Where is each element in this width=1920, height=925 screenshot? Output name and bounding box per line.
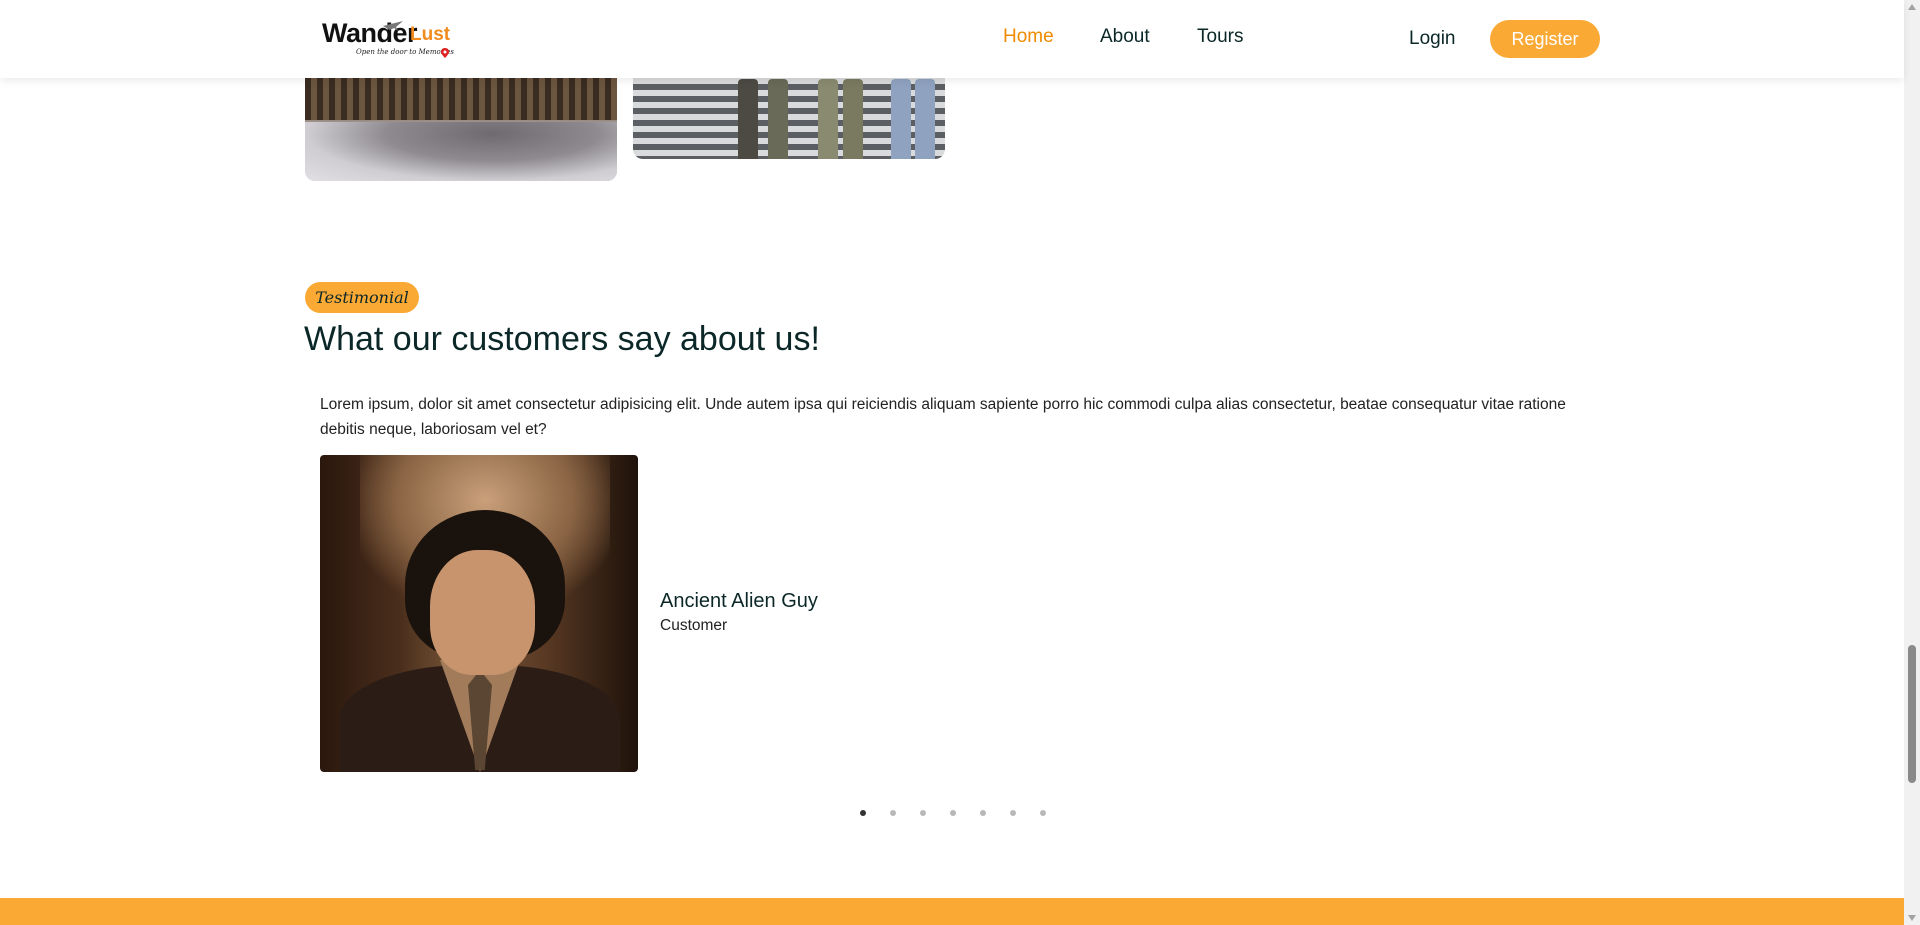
customer-photo: [320, 455, 638, 772]
section-badge: Testimonial: [305, 282, 419, 313]
nav-home[interactable]: Home: [1003, 26, 1054, 48]
scroll-up-arrow-icon[interactable]: [1908, 4, 1916, 10]
page-scrollbar[interactable]: [1904, 0, 1920, 925]
carousel-dot[interactable]: [920, 810, 926, 816]
image-road: [305, 122, 617, 181]
customer-name: Ancient Alien Guy: [660, 590, 818, 612]
carousel-dot[interactable]: [860, 810, 866, 816]
register-button[interactable]: Register: [1490, 20, 1600, 58]
image-figure: [738, 79, 758, 159]
customer-role: Customer: [660, 617, 728, 634]
logo-word-lust: Lust: [410, 24, 451, 45]
plane-icon: [383, 21, 403, 31]
carousel-dot[interactable]: [1010, 810, 1016, 816]
carousel-dot[interactable]: [1040, 810, 1046, 816]
carousel-dot[interactable]: [890, 810, 896, 816]
wanderlust-logo[interactable]: Wander Lust Open the door to Memories: [320, 18, 460, 62]
footer-bar: [0, 898, 1904, 925]
image-figure: [843, 79, 863, 159]
carousel-dot[interactable]: [950, 810, 956, 816]
nav-tours[interactable]: Tours: [1197, 26, 1243, 48]
login-button[interactable]: Login: [1409, 28, 1456, 50]
section-title: What our customers say about us!: [304, 320, 820, 358]
site-header: Wander Lust Open the door to Memories Ho…: [0, 0, 1904, 78]
scrollbar-thumb[interactable]: [1908, 645, 1916, 783]
photo-face: [430, 550, 535, 675]
image-figure: [818, 79, 838, 159]
scroll-down-arrow-icon[interactable]: [1908, 915, 1916, 921]
testimonial-quote: Lorem ipsum, dolor sit amet consectetur …: [320, 396, 1566, 438]
image-figure: [891, 79, 911, 159]
gallery-image-city-street: [305, 60, 617, 181]
image-figure: [768, 79, 788, 159]
nav-about[interactable]: About: [1100, 26, 1150, 48]
image-figure: [915, 79, 935, 159]
location-pin-icon: [441, 48, 449, 58]
carousel-dot[interactable]: [980, 810, 986, 816]
